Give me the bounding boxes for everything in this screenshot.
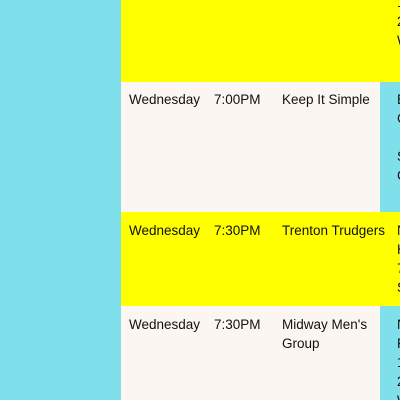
table-row: Wednesday 7:00PM Keep It Simple E C S C (121, 82, 400, 212)
meeting-name-cell: Midway Men's Group (282, 317, 368, 351)
time-cell: 7:30PM (214, 317, 261, 332)
day-cell: Wednesday (129, 223, 201, 238)
table-row: Wednesday 7:30PM Midway Men's Group N F … (121, 306, 400, 400)
day-cell: Wednesday (129, 92, 201, 107)
time-cell: 7:00PM (214, 92, 261, 107)
page: { "rows": [ { "day": "", "time": "", "na… (0, 0, 400, 400)
table-row: 1 2 W (121, 0, 400, 82)
day-cell: Wednesday (129, 317, 201, 332)
meetings-table: 1 2 W Wednesday 7:00PM Keep It Simple E … (121, 0, 400, 400)
time-cell: 7:30PM (214, 223, 261, 238)
meeting-name-cell: Keep It Simple (282, 92, 370, 107)
meeting-name-cell: Trenton Trudgers (282, 223, 386, 238)
table-row: Wednesday 7:30PM Trenton Trudgers N H 7 … (121, 212, 400, 306)
